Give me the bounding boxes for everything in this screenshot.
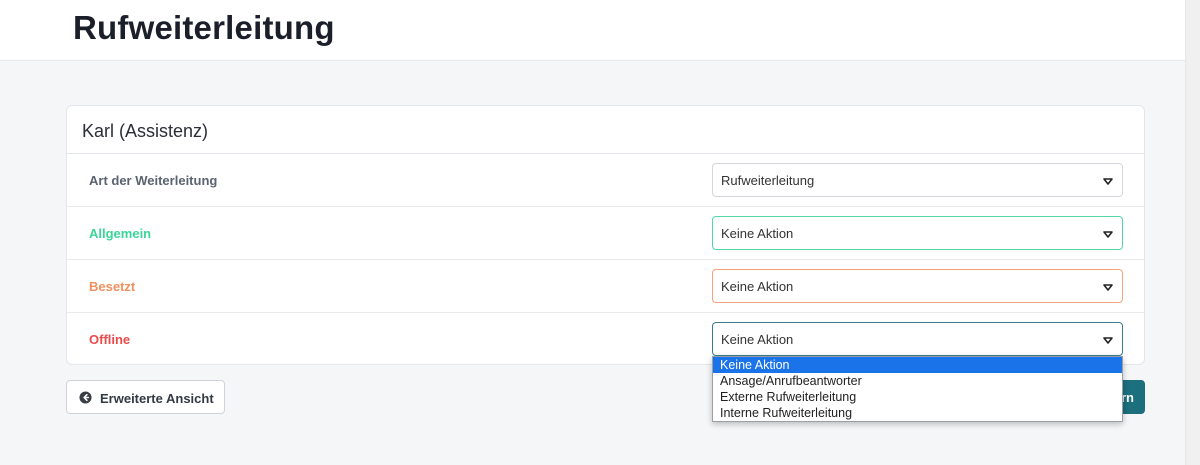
row-busy: Besetzt Keine Aktion (67, 260, 1144, 313)
chevron-down-icon (1103, 231, 1113, 238)
forwarding-type-value: Rufweiterleitung (721, 173, 815, 188)
card-title: Karl (Assistenz) (67, 106, 1144, 154)
dropdown-option-external-forwarding[interactable]: Externe Rufweiterleitung (713, 389, 1122, 405)
advanced-view-label: Erweiterte Ansicht (100, 391, 214, 406)
advanced-view-button[interactable]: Erweiterte Ansicht (66, 380, 225, 414)
dropdown-option-internal-forwarding[interactable]: Interne Rufweiterleitung (713, 405, 1122, 421)
forwarding-card: Karl (Assistenz) Art der Weiterleitung R… (66, 105, 1145, 365)
page-scrollbar[interactable] (1185, 0, 1200, 465)
general-value: Keine Aktion (721, 226, 794, 241)
row-general: Allgemein Keine Aktion (67, 207, 1144, 260)
row-forwarding-type: Art der Weiterleitung Rufweiterleitung (67, 154, 1144, 207)
arrow-left-circle-icon (79, 391, 92, 404)
page-title: Rufweiterleitung (73, 9, 335, 46)
chevron-down-icon (1103, 337, 1113, 344)
general-label: Allgemein (89, 226, 152, 241)
dropdown-option-announcement[interactable]: Ansage/Anrufbeantworter (713, 373, 1122, 389)
top-bar: Rufweiterleitung (0, 0, 1200, 61)
chevron-down-icon (1103, 284, 1113, 291)
offline-dropdown-list: Keine Aktion Ansage/Anrufbeantworter Ext… (712, 356, 1123, 422)
offline-select[interactable]: Keine Aktion (712, 322, 1123, 356)
chevron-down-icon (1103, 178, 1113, 185)
busy-value: Keine Aktion (721, 279, 794, 294)
busy-select[interactable]: Keine Aktion (712, 269, 1123, 303)
dropdown-option-no-action[interactable]: Keine Aktion (713, 357, 1122, 373)
offline-label: Offline (89, 332, 131, 347)
forwarding-type-select[interactable]: Rufweiterleitung (712, 163, 1123, 197)
offline-value: Keine Aktion (721, 332, 794, 347)
busy-label: Besetzt (89, 279, 136, 294)
forwarding-type-label: Art der Weiterleitung (89, 173, 218, 188)
general-select[interactable]: Keine Aktion (712, 216, 1123, 250)
